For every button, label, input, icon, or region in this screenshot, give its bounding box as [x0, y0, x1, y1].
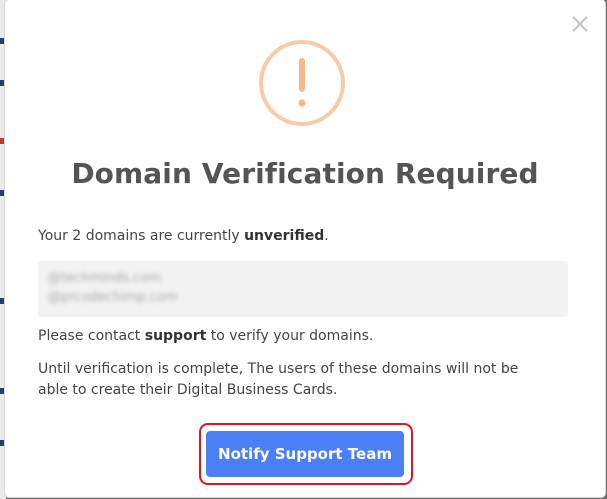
- domain-item: @prcodechimp.com: [48, 290, 178, 305]
- close-button[interactable]: [569, 13, 591, 35]
- notify-support-team-button[interactable]: Notify Support Team: [206, 431, 404, 477]
- domain-list: @techminds.com @prcodechimp.com: [38, 261, 568, 317]
- support-keyword: support: [144, 328, 207, 344]
- verification-note-line: able to create their Digital Business Ca…: [38, 382, 338, 398]
- contact-suffix: to verify your domains.: [206, 328, 374, 344]
- background-text-fragment: [0, 298, 4, 304]
- background-text-fragment: [0, 138, 4, 144]
- background-text-fragment: [0, 80, 4, 86]
- contact-prefix: Please contact: [38, 328, 145, 344]
- domains-status-text: Your 2 domains are currently unverified.: [38, 226, 329, 247]
- exclamation-circle-icon: [258, 39, 346, 127]
- background-text-fragment: [0, 190, 4, 196]
- domain-item: @techminds.com: [48, 271, 161, 286]
- domain-verification-modal: Domain Verification Required Your 2 doma…: [5, 0, 605, 497]
- close-icon: [572, 16, 588, 32]
- status-suffix: .: [324, 228, 329, 244]
- contact-support-text: Please contact support to verify your do…: [38, 326, 373, 347]
- background-text-fragment: [0, 440, 4, 446]
- modal-title: Domain Verification Required: [71, 157, 539, 190]
- verification-note-line: Until verification is complete, The user…: [38, 361, 519, 377]
- status-prefix: Your 2 domains are currently: [38, 228, 245, 244]
- background-text-fragment: [0, 38, 4, 44]
- status-value: unverified: [244, 228, 325, 244]
- verification-note: Until verification is complete, The user…: [38, 359, 518, 401]
- background-text-fragment: [0, 388, 4, 394]
